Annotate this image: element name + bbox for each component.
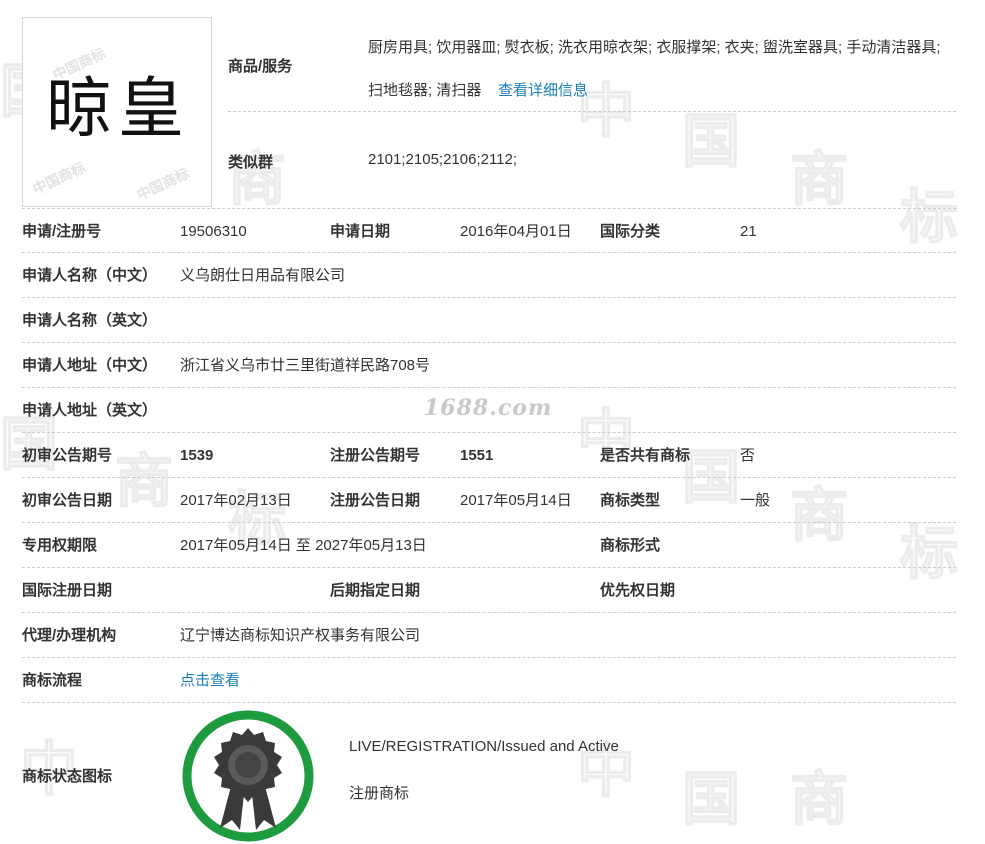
preliminary-date-value: 2017年02月13日 — [180, 492, 292, 509]
applicant-address-cn-value: 浙江省义乌市廿三里街道祥民路708号 — [180, 357, 431, 374]
applicant-name-cn-value: 义乌朗仕日用品有限公司 — [180, 267, 346, 284]
similar-group-value: 2101;2105;2106;2112; — [368, 151, 518, 168]
trademark-detail: 中国商标 中国商标 中国商标 晾皇 商品/服务 厨房用具; 饮用器皿; 熨衣板;… — [0, 0, 985, 842]
applicant-address-en-label: 申请人地址（英文） — [22, 402, 158, 419]
agency-label: 代理/办理机构 — [22, 627, 117, 644]
registration-date-value: 2017年05月14日 — [460, 492, 572, 509]
status-text-cn: 注册商标 — [349, 785, 410, 802]
divider — [228, 111, 956, 112]
goods-value: 厨房用具; 饮用器皿; 熨衣板; 洗衣用晾衣架; 衣服撑架; 衣夹; 盥洗室器具… — [368, 26, 958, 112]
applicant-name-en-label: 申请人名称（英文） — [22, 312, 158, 329]
international-class-value: 21 — [740, 223, 757, 240]
row-applicant-name-en: 申请人名称（英文） — [22, 298, 956, 343]
shared-trademark-value: 否 — [740, 447, 756, 464]
shared-trademark-label: 是否共有商标 — [600, 447, 691, 464]
trademark-image-text: 晾皇 — [46, 70, 190, 147]
exclusive-period-value: 2017年05月14日 至 2027年05月13日 — [180, 537, 427, 554]
goods-label: 商品/服务 — [228, 58, 293, 75]
application-date-value: 2016年04月01日 — [460, 223, 572, 240]
exclusive-period-label: 专用权期限 — [22, 537, 98, 554]
international-registration-date-label: 国际注册日期 — [22, 582, 113, 599]
row-agency: 代理/办理机构 辽宁博达商标知识产权事务有限公司 — [22, 613, 956, 658]
row-exclusive-period: 专用权期限 2017年05月14日 至 2027年05月13日 商标形式 — [22, 523, 956, 568]
registered-badge-icon — [182, 710, 314, 842]
priority-date-label: 优先权日期 — [600, 582, 676, 599]
row-international-dates: 国际注册日期 后期指定日期 优先权日期 — [22, 568, 956, 613]
row-announcement-issue: 初审公告期号 1539 注册公告期号 1551 是否共有商标 否 — [22, 433, 956, 478]
row-trademark-process: 商标流程 点击查看 — [22, 658, 956, 703]
row-application-number: 申请/注册号 19506310 申请日期 2016年04月01日 国际分类 21 — [22, 208, 956, 253]
row-applicant-address-cn: 申请人地址（中文） 浙江省义乌市廿三里街道祥民路708号 — [22, 343, 956, 388]
registration-issue-value: 1551 — [460, 447, 494, 464]
agency-value: 辽宁博达商标知识产权事务有限公司 — [180, 627, 421, 644]
view-process-link[interactable]: 点击查看 — [180, 658, 240, 703]
trademark-form-label: 商标形式 — [600, 537, 661, 554]
preliminary-issue-label: 初审公告期号 — [22, 447, 113, 464]
application-number-value: 19506310 — [180, 223, 247, 240]
registration-date-label: 注册公告日期 — [330, 492, 421, 509]
application-date-label: 申请日期 — [330, 223, 391, 240]
international-class-label: 国际分类 — [600, 223, 661, 240]
registration-issue-label: 注册公告期号 — [330, 447, 421, 464]
trademark-type-label: 商标类型 — [600, 492, 661, 509]
row-announcement-date: 初审公告日期 2017年02月13日 注册公告日期 2017年05月14日 商标… — [22, 478, 956, 523]
status-text-en: LIVE/REGISTRATION/Issued and Active — [349, 738, 619, 755]
trademark-process-label: 商标流程 — [22, 672, 83, 689]
similar-group-label: 类似群 — [228, 154, 274, 171]
application-number-label: 申请/注册号 — [22, 223, 102, 240]
status-icon-label: 商标状态图标 — [22, 768, 113, 785]
logo-watermark: 中国商标 — [134, 164, 192, 204]
applicant-name-cn-label: 申请人名称（中文） — [22, 267, 158, 284]
preliminary-date-label: 初审公告日期 — [22, 492, 113, 509]
applicant-address-cn-label: 申请人地址（中文） — [22, 357, 158, 374]
trademark-image: 中国商标 中国商标 中国商标 晾皇 — [22, 17, 212, 207]
preliminary-issue-value: 1539 — [180, 447, 214, 464]
subsequent-designation-date-label: 后期指定日期 — [330, 582, 421, 599]
goods-text: 厨房用具; 饮用器皿; 熨衣板; 洗衣用晾衣架; 衣服撑架; 衣夹; 盥洗室器具… — [368, 39, 941, 99]
row-applicant-address-en: 申请人地址（英文） — [22, 388, 956, 433]
trademark-type-value: 一般 — [740, 492, 771, 509]
logo-watermark: 中国商标 — [30, 158, 88, 198]
view-details-link[interactable]: 查看详细信息 — [498, 82, 588, 99]
row-applicant-name-cn: 申请人名称（中文） 义乌朗仕日用品有限公司 — [22, 253, 956, 298]
